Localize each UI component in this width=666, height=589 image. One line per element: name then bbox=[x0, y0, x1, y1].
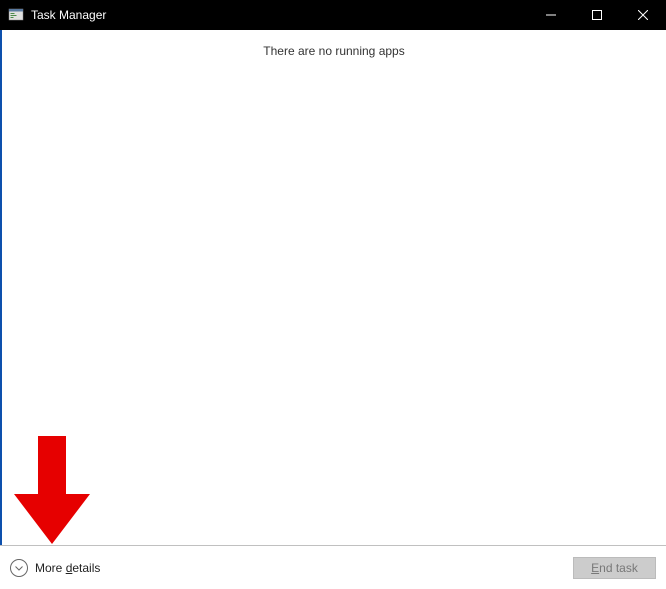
window-title: Task Manager bbox=[31, 8, 106, 22]
minimize-icon bbox=[546, 10, 556, 20]
window-controls bbox=[528, 0, 666, 30]
task-manager-icon bbox=[8, 7, 24, 23]
maximize-button[interactable] bbox=[574, 0, 620, 30]
maximize-icon bbox=[592, 10, 602, 20]
minimize-button[interactable] bbox=[528, 0, 574, 30]
close-button[interactable] bbox=[620, 0, 666, 30]
more-details-button[interactable]: More details bbox=[10, 559, 100, 577]
empty-state-message: There are no running apps bbox=[2, 30, 666, 58]
annotation-arrow-icon bbox=[14, 436, 90, 546]
process-list-area: There are no running apps bbox=[0, 30, 666, 545]
end-task-button[interactable]: End task bbox=[573, 557, 656, 579]
end-task-label: End task bbox=[591, 561, 638, 575]
chevron-down-circle-icon bbox=[10, 559, 28, 577]
bottom-bar: More details End task bbox=[0, 545, 666, 589]
more-details-label: More details bbox=[35, 561, 100, 575]
titlebar: Task Manager bbox=[0, 0, 666, 30]
close-icon bbox=[638, 10, 648, 20]
